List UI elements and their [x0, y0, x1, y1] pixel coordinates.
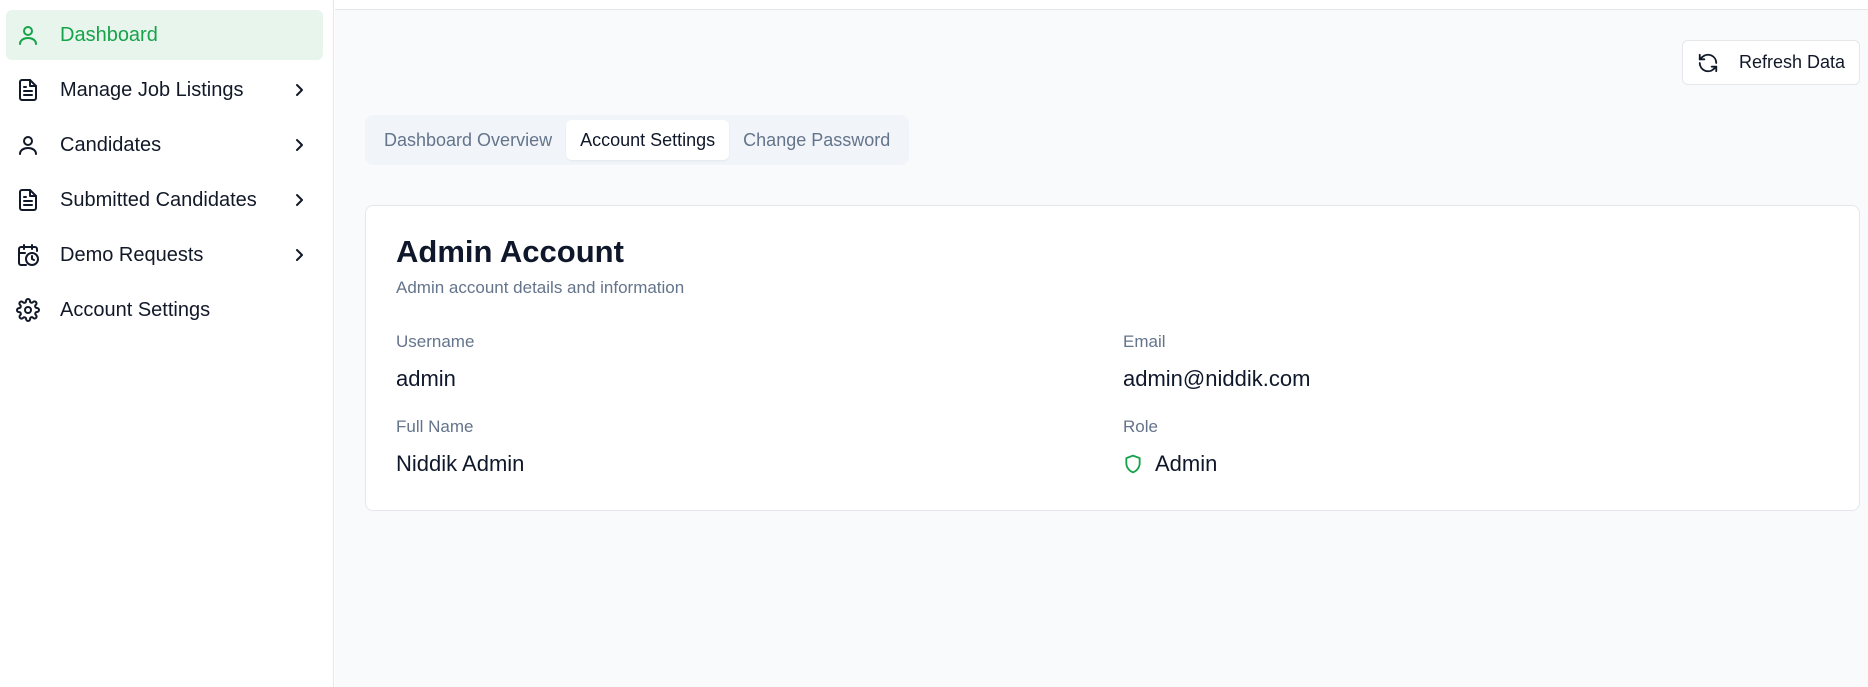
card-title: Admin Account: [396, 234, 624, 269]
admin-account-card: Admin Account Admin account details and …: [365, 205, 1860, 511]
sidebar-item-label: Candidates: [60, 133, 162, 156]
top-bar: [335, 0, 1868, 10]
refresh-data-label: Refresh Data: [1739, 52, 1846, 72]
sidebar-item-label: Account Settings: [60, 298, 211, 321]
sidebar-item-submitted-candidates[interactable]: Submitted Candidates: [6, 175, 323, 225]
sidebar: Dashboard Manage Job Listings Candidates…: [0, 0, 334, 687]
username-value: admin: [396, 366, 456, 391]
email-value: admin@niddik.com: [1123, 366, 1311, 391]
username-label: Username: [396, 332, 475, 351]
tab-change-password[interactable]: Change Password: [729, 120, 904, 160]
chevron-right-icon: [291, 247, 307, 263]
sidebar-item-demo-requests[interactable]: Demo Requests: [6, 230, 323, 280]
role-value: Admin: [1123, 451, 1217, 477]
sidebar-item-manage-job-listings[interactable]: Manage Job Listings: [6, 65, 323, 115]
card-subtitle: Admin account details and information: [396, 278, 685, 297]
sidebar-item-account-settings[interactable]: Account Settings: [6, 285, 323, 335]
refresh-icon: [1697, 52, 1719, 74]
sidebar-item-label: Submitted Candidates: [60, 188, 257, 211]
document-icon: [16, 78, 40, 102]
chevron-right-icon: [291, 82, 307, 98]
user-icon: [16, 23, 40, 47]
sidebar-item-label: Manage Job Listings: [60, 78, 244, 101]
gear-icon: [16, 298, 40, 322]
calendar-clock-icon: [16, 243, 40, 267]
sidebar-item-label: Dashboard: [60, 23, 158, 46]
chevron-right-icon: [291, 137, 307, 153]
refresh-data-button[interactable]: Refresh Data: [1682, 40, 1860, 85]
email-label: Email: [1123, 332, 1166, 351]
user-icon: [16, 133, 40, 157]
tab-account-settings[interactable]: Account Settings: [566, 120, 730, 160]
full-name-label: Full Name: [396, 417, 474, 436]
document-icon: [16, 188, 40, 212]
full-name-value: Niddik Admin: [396, 451, 525, 476]
role-value-text: Admin: [1155, 451, 1218, 476]
chevron-right-icon: [291, 192, 307, 208]
sidebar-item-dashboard[interactable]: Dashboard: [6, 10, 323, 60]
sidebar-item-label: Demo Requests: [60, 243, 204, 266]
tab-dashboard-overview[interactable]: Dashboard Overview: [370, 120, 566, 160]
tab-list: Dashboard Overview Account Settings Chan…: [365, 115, 910, 165]
sidebar-item-candidates[interactable]: Candidates: [6, 120, 323, 170]
shield-icon: [1123, 454, 1143, 474]
role-label: Role: [1123, 417, 1158, 436]
main-content: Refresh Data Dashboard Overview Account …: [335, 0, 1868, 687]
